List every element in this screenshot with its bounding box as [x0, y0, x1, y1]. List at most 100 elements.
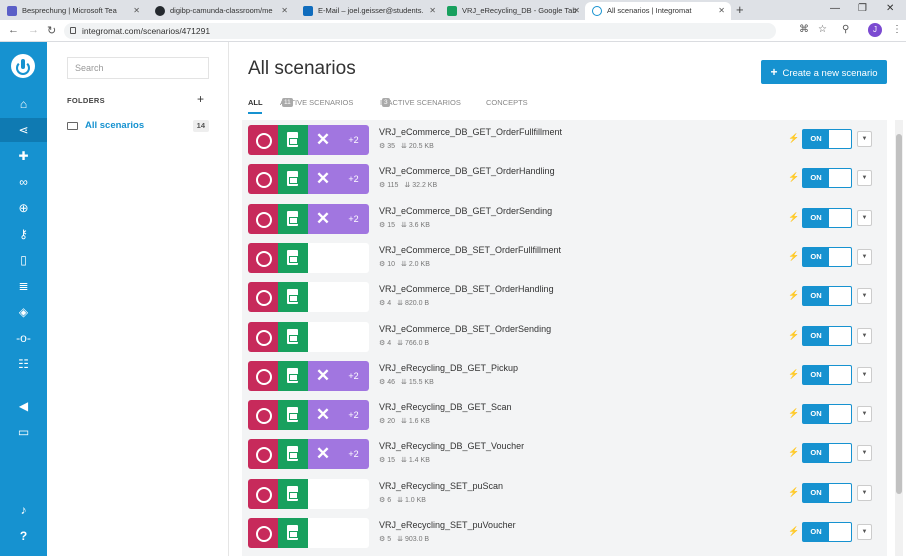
scenario-modules[interactable]: +2 [248, 439, 369, 470]
scenario-row[interactable]: +2 VRJ_eRecycling_DB_GET_Scan ⚙ 20 ⇊ 1.6 KB… [242, 395, 887, 434]
scenario-modules[interactable]: +2 [248, 164, 369, 195]
lightning-icon[interactable]: ⚡ [788, 172, 799, 183]
scenario-toggle[interactable]: ON [802, 207, 852, 228]
browser-tab[interactable]: E-Mail – joel.geisser@students. ✕ [296, 2, 442, 20]
scrollbar-thumb[interactable] [896, 134, 902, 494]
close-icon[interactable]: ✕ [718, 2, 725, 20]
share-icon[interactable]: ⋖ [0, 118, 47, 142]
chevron-down-icon[interactable]: ▼ [857, 406, 872, 423]
scenario-row[interactable]: +2 VRJ_eRecycling_DB_GET_Voucher ⚙ 15 ⇊ 1.4… [242, 434, 887, 473]
browser-tab-active[interactable]: All scenarios | Integromat ✕ [585, 2, 731, 20]
lightning-icon[interactable]: ⚡ [788, 290, 799, 301]
scenario-toggle[interactable]: ON [802, 522, 852, 542]
database-icon[interactable]: ≣ [0, 274, 47, 298]
scenario-row[interactable]: +2 VRJ_eCommerce_DB_GET_OrderSending ⚙ 15 ⇊… [242, 199, 887, 238]
device-icon[interactable]: ▯ [0, 248, 47, 272]
chevron-down-icon[interactable]: ▼ [857, 288, 872, 305]
scenario-row[interactable]: VRJ_eRecycling_SET_puVoucher ⚙ 5 ⇊ 903.0 B… [242, 513, 887, 552]
chevron-down-icon[interactable]: ▼ [857, 327, 872, 344]
scenario-modules[interactable] [248, 242, 369, 273]
back-icon[interactable]: ← [8, 24, 19, 36]
minimize-icon[interactable]: — [830, 3, 840, 14]
scenario-toggle[interactable]: ON [802, 482, 852, 503]
close-icon[interactable]: ✕ [133, 2, 140, 20]
globe-icon[interactable]: ⊕ [0, 196, 47, 220]
key-icon[interactable]: ⚷ [0, 222, 47, 246]
scenario-modules[interactable] [248, 478, 369, 509]
lightning-icon[interactable]: ⚡ [788, 487, 799, 498]
restore-icon[interactable]: ❐ [858, 3, 867, 14]
cube-icon[interactable]: ◈ [0, 300, 47, 324]
scenario-name[interactable]: VRJ_eCommerce_DB_GET_OrderFullfillment [379, 127, 562, 137]
scenario-modules[interactable]: +2 [248, 125, 369, 155]
tab-all[interactable]: ALL [248, 98, 263, 114]
chevron-down-icon[interactable]: ▼ [857, 524, 872, 540]
tab-concepts[interactable]: CONCEPTS [486, 98, 528, 107]
scenario-toggle[interactable]: ON [802, 129, 852, 149]
new-tab-icon[interactable]: + [736, 2, 744, 18]
puzzle-icon[interactable]: ✚ [0, 144, 47, 168]
link-icon[interactable]: ∞ [0, 170, 47, 194]
browser-tab[interactable]: digibp-camunda-classroom/me ✕ [148, 2, 294, 20]
lightning-icon[interactable]: ⚡ [788, 212, 799, 223]
megaphone-icon[interactable]: ◀ [0, 394, 47, 418]
scenario-row[interactable]: VRJ_eRecycling_SET_puScan ⚙ 6 ⇊ 1.0 KB ⚡ ON ▼ [242, 474, 887, 513]
forward-icon[interactable]: → [28, 24, 39, 36]
scenario-toggle[interactable]: ON [802, 443, 852, 464]
scenario-name[interactable]: VRJ_eRecycling_SET_puScan [379, 481, 503, 491]
translate-icon[interactable]: ⌘ [799, 24, 809, 35]
chevron-down-icon[interactable]: ▼ [857, 248, 872, 265]
close-icon[interactable]: ✕ [281, 2, 288, 20]
lightning-icon[interactable]: ⚡ [788, 526, 799, 537]
lightning-icon[interactable]: ⚡ [788, 330, 799, 341]
scenario-toggle[interactable]: ON [802, 286, 852, 307]
scenario-row[interactable]: +2 VRJ_eCommerce_DB_GET_OrderFullfillment… [242, 120, 887, 159]
browser-tab[interactable]: Besprechung | Microsoft Tea ✕ [0, 2, 146, 20]
close-icon[interactable]: ✕ [573, 2, 580, 20]
create-scenario-button[interactable]: + Create a new scenario [761, 60, 887, 84]
lightning-icon[interactable]: ⚡ [788, 369, 799, 380]
kebab-menu-icon[interactable]: ⋮ [892, 24, 902, 35]
scenario-name[interactable]: VRJ_eRecycling_DB_GET_Voucher [379, 441, 524, 451]
chat-icon[interactable]: ▭ [0, 420, 47, 444]
scenario-name[interactable]: VRJ_eCommerce_DB_SET_OrderFullfillment [379, 245, 561, 255]
scenario-name[interactable]: VRJ_eRecycling_DB_GET_Scan [379, 402, 512, 412]
lightning-icon[interactable]: ⚡ [788, 447, 799, 458]
url-field[interactable]: integromat.com/scenarios/471291 [64, 23, 776, 39]
scrollbar[interactable] [895, 120, 903, 556]
star-icon[interactable]: ☆ [818, 24, 827, 35]
scenario-row[interactable]: VRJ_eCommerce_DB_SET_OrderFullfillment ⚙ … [242, 238, 887, 277]
flow-icon[interactable]: -o- [0, 326, 47, 350]
scenario-modules[interactable] [248, 282, 369, 313]
browser-tab[interactable]: VRJ_eRecycling_DB - Google Tab ✕ [440, 2, 586, 20]
scenario-name[interactable]: VRJ_eCommerce_DB_GET_OrderHandling [379, 166, 555, 176]
chevron-down-icon[interactable]: ▼ [857, 445, 872, 462]
help-icon[interactable]: ? [0, 524, 47, 548]
scenario-modules[interactable]: +2 [248, 203, 369, 234]
chevron-down-icon[interactable]: ▼ [857, 170, 872, 187]
scenario-name[interactable]: VRJ_eCommerce_DB_GET_OrderSending [379, 206, 552, 216]
profile-avatar[interactable]: J [868, 23, 882, 37]
scenario-name[interactable]: VRJ_eRecycling_DB_GET_Pickup [379, 363, 518, 373]
search-input[interactable]: Search [67, 57, 209, 79]
scenario-row[interactable]: +2 VRJ_eRecycling_DB_GET_Pickup ⚙ 46 ⇊ 15.5… [242, 356, 887, 395]
lightning-icon[interactable]: ⚡ [788, 408, 799, 419]
add-folder-button[interactable]: + [197, 92, 204, 106]
folder-all-scenarios[interactable]: All scenarios 14 [67, 118, 209, 134]
scenario-toggle[interactable]: ON [802, 404, 852, 425]
chevron-down-icon[interactable]: ▼ [857, 131, 872, 147]
chevron-down-icon[interactable]: ▼ [857, 209, 872, 226]
scenario-name[interactable]: VRJ_eCommerce_DB_SET_OrderHandling [379, 284, 554, 294]
chevron-down-icon[interactable]: ▼ [857, 484, 872, 501]
scenario-row[interactable]: +2 VRJ_eCommerce_DB_GET_OrderHandling ⚙ 11… [242, 159, 887, 198]
scenario-modules[interactable] [248, 321, 369, 352]
lightning-icon[interactable]: ⚡ [788, 251, 799, 262]
scenario-row[interactable]: VRJ_eCommerce_DB_SET_OrderHandling ⚙ 4 ⇊ 8… [242, 277, 887, 316]
integromat-logo[interactable] [11, 54, 35, 78]
scenario-name[interactable]: VRJ_eRecycling_SET_puVoucher [379, 520, 516, 530]
lightning-icon[interactable]: ⚡ [788, 133, 799, 144]
extension-icon[interactable]: ⚲ [842, 24, 849, 35]
scenario-modules[interactable] [248, 518, 369, 548]
scenario-toggle[interactable]: ON [802, 168, 852, 189]
scenario-toggle[interactable]: ON [802, 325, 852, 346]
